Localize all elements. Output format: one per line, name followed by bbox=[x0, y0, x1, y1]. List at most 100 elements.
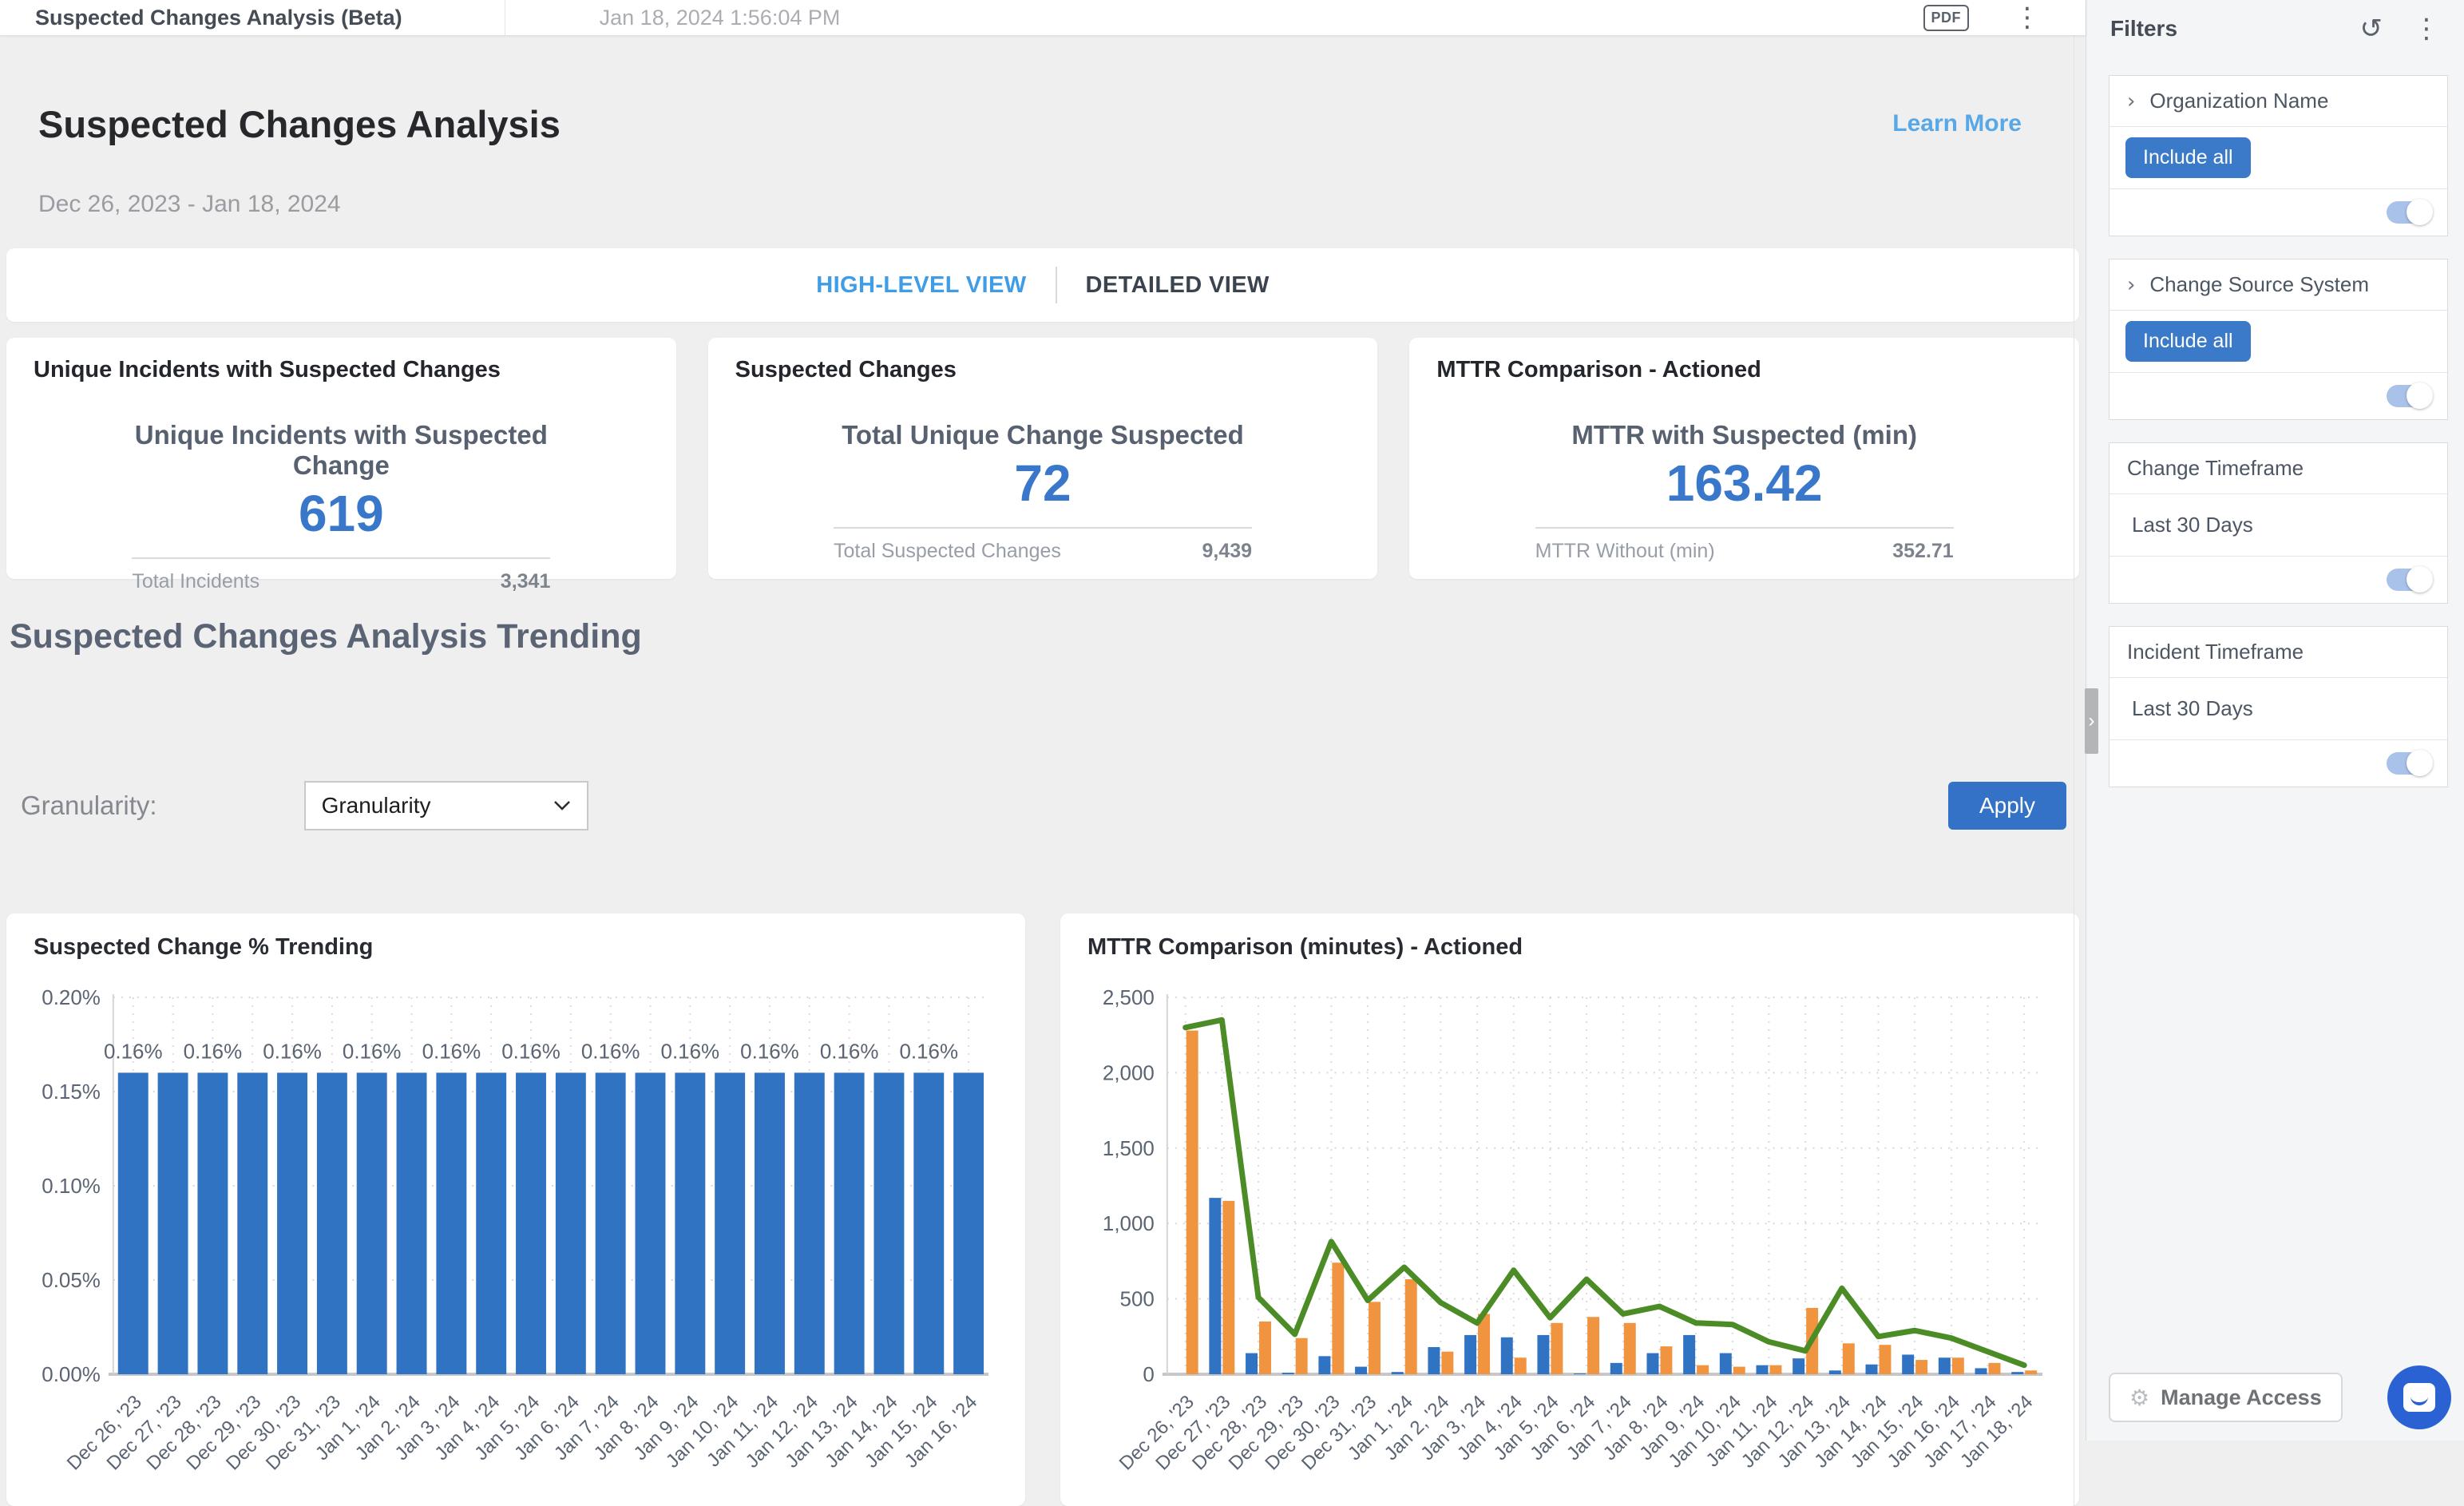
filter-toggle-row bbox=[2109, 373, 2447, 419]
mttr-without-suspected-bar[interactable] bbox=[2025, 1370, 2037, 1374]
mttr-without-suspected-bar[interactable] bbox=[1186, 1031, 1198, 1374]
mttr-with-suspected-bar[interactable] bbox=[1866, 1365, 1878, 1374]
filter-toggle-switch[interactable] bbox=[2387, 752, 2431, 775]
mttr-with-suspected-bar[interactable] bbox=[1209, 1198, 1221, 1374]
mttr-without-suspected-bar[interactable] bbox=[1222, 1201, 1234, 1374]
mttr-without-suspected-bar[interactable] bbox=[1843, 1343, 1855, 1374]
chart-card-mttr-comparison: MTTR Comparison (minutes) - Actioned 2,5… bbox=[1060, 914, 2079, 1506]
suspected-change-bar[interactable] bbox=[715, 1072, 745, 1374]
suspected-change-bar[interactable] bbox=[794, 1072, 825, 1374]
filter-group-header[interactable]: › Organization Name bbox=[2109, 76, 2447, 127]
suspected-change-bar[interactable] bbox=[953, 1072, 984, 1374]
bar-value-label: 0.16% bbox=[899, 1039, 958, 1063]
mttr-with-suspected-bar[interactable] bbox=[1683, 1335, 1695, 1374]
filter-group-label: Organization Name bbox=[2149, 89, 2328, 113]
export-pdf-icon[interactable]: PDF bbox=[1923, 5, 1970, 31]
collapse-filters-handle[interactable]: › bbox=[2085, 688, 2098, 754]
suspected-change-bar[interactable] bbox=[516, 1072, 546, 1374]
bar-value-label: 0.16% bbox=[820, 1039, 879, 1063]
mttr-without-suspected-bar[interactable] bbox=[1587, 1317, 1599, 1374]
mttr-without-suspected-bar[interactable] bbox=[1915, 1360, 1927, 1374]
mttr-without-suspected-bar[interactable] bbox=[1296, 1338, 1308, 1374]
include-all-button[interactable]: Include all bbox=[2125, 321, 2251, 362]
suspected-change-bar[interactable] bbox=[873, 1072, 904, 1374]
suspected-change-bar[interactable] bbox=[397, 1072, 427, 1374]
bar-value-label: 0.16% bbox=[343, 1039, 402, 1063]
mttr-with-suspected-bar[interactable] bbox=[1756, 1365, 1768, 1374]
include-all-button[interactable]: Include all bbox=[2125, 137, 2251, 178]
mttr-without-suspected-bar[interactable] bbox=[1551, 1323, 1563, 1374]
mttr-without-suspected-bar[interactable] bbox=[1660, 1346, 1672, 1374]
suspected-change-bar[interactable] bbox=[357, 1072, 387, 1374]
learn-more-link[interactable]: Learn More bbox=[1892, 110, 2022, 218]
reset-filters-icon[interactable]: ↺ bbox=[2360, 15, 2383, 42]
filter-group-header[interactable]: › Change Source System bbox=[2109, 260, 2447, 311]
mttr-with-suspected-bar[interactable] bbox=[1428, 1347, 1440, 1374]
tab-detailed-view[interactable]: DETAILED VIEW bbox=[1086, 272, 1270, 299]
filter-group-value-row: Include all bbox=[2109, 127, 2447, 189]
suspected-change-bar[interactable] bbox=[317, 1072, 347, 1374]
chat-launcher-button[interactable] bbox=[2387, 1365, 2451, 1429]
mttr-without-suspected-bar[interactable] bbox=[1952, 1357, 1964, 1374]
mttr-without-suspected-bar[interactable] bbox=[1769, 1365, 1781, 1374]
mttr-with-suspected-bar[interactable] bbox=[1793, 1358, 1804, 1374]
suspected-change-bar[interactable] bbox=[913, 1072, 944, 1374]
suspected-change-bar[interactable] bbox=[476, 1072, 506, 1374]
suspected-change-bar[interactable] bbox=[636, 1072, 666, 1374]
mttr-without-suspected-bar[interactable] bbox=[1405, 1279, 1417, 1374]
suspected-change-bar[interactable] bbox=[237, 1072, 267, 1374]
filter-toggle-switch[interactable] bbox=[2387, 569, 2431, 591]
filters-kebab-icon[interactable]: ⋮ bbox=[2413, 15, 2440, 42]
mttr-with-suspected-bar[interactable] bbox=[1501, 1338, 1513, 1374]
mttr-with-suspected-bar[interactable] bbox=[1720, 1353, 1732, 1374]
mttr-with-suspected-bar[interactable] bbox=[1646, 1353, 1658, 1374]
mttr-without-suspected-bar[interactable] bbox=[1879, 1345, 1891, 1374]
filter-toggle-switch[interactable] bbox=[2387, 385, 2431, 407]
suspected-change-bar[interactable] bbox=[118, 1072, 149, 1374]
mttr-without-suspected-bar[interactable] bbox=[1369, 1302, 1381, 1374]
mttr-with-suspected-bar[interactable] bbox=[1537, 1335, 1549, 1374]
granularity-select[interactable]: Granularity bbox=[304, 781, 588, 830]
mttr-without-suspected-bar[interactable] bbox=[1624, 1323, 1636, 1374]
mttr-without-suspected-bar[interactable] bbox=[1733, 1367, 1745, 1374]
suspected-change-bar[interactable] bbox=[596, 1072, 626, 1374]
mttr-with-suspected-bar[interactable] bbox=[1574, 1373, 1586, 1374]
manage-access-button[interactable]: ⚙ Manage Access bbox=[2109, 1373, 2343, 1422]
mttr-with-suspected-bar[interactable] bbox=[1829, 1370, 1841, 1374]
suspected-change-bar[interactable] bbox=[158, 1072, 188, 1374]
suspected-change-bar[interactable] bbox=[436, 1072, 466, 1374]
tab-high-level-view[interactable]: HIGH-LEVEL VIEW bbox=[816, 272, 1026, 299]
mttr-with-suspected-bar[interactable] bbox=[1939, 1357, 1951, 1374]
mttr-with-suspected-bar[interactable] bbox=[1246, 1353, 1258, 1374]
topbar-kebab-icon[interactable]: ⋮ bbox=[2014, 4, 2041, 31]
filter-group-header[interactable]: Incident Timeframe bbox=[2109, 627, 2447, 678]
mttr-without-suspected-bar[interactable] bbox=[1515, 1357, 1527, 1374]
y-tick-label: 0.10% bbox=[42, 1174, 101, 1198]
mttr-with-suspected-bar[interactable] bbox=[1355, 1367, 1367, 1374]
mttr-with-suspected-bar[interactable] bbox=[1282, 1373, 1294, 1374]
y-tick-label: 0.20% bbox=[42, 985, 101, 1009]
apply-button[interactable]: Apply bbox=[1948, 782, 2066, 830]
mttr-with-suspected-bar[interactable] bbox=[1464, 1335, 1476, 1374]
suspected-change-bar[interactable] bbox=[675, 1072, 705, 1374]
mttr-without-suspected-bar[interactable] bbox=[1989, 1363, 2001, 1374]
suspected-change-bar[interactable] bbox=[556, 1072, 586, 1374]
suspected-change-bar[interactable] bbox=[277, 1072, 307, 1374]
suspected-change-bar[interactable] bbox=[197, 1072, 228, 1374]
filter-toggle-switch[interactable] bbox=[2387, 201, 2431, 224]
mttr-without-suspected-bar[interactable] bbox=[1259, 1322, 1271, 1374]
mttr-without-suspected-bar[interactable] bbox=[1332, 1262, 1344, 1374]
mttr-with-suspected-bar[interactable] bbox=[1318, 1356, 1330, 1374]
suspected-change-bar[interactable] bbox=[755, 1072, 785, 1374]
mttr-without-suspected-bar[interactable] bbox=[1697, 1365, 1709, 1374]
mttr-without-suspected-bar[interactable] bbox=[1441, 1352, 1453, 1374]
mttr-with-suspected-bar[interactable] bbox=[1392, 1372, 1404, 1374]
mttr-with-suspected-bar[interactable] bbox=[2011, 1372, 2023, 1374]
filter-group-header[interactable]: Change Timeframe bbox=[2109, 443, 2447, 494]
mttr-with-suspected-bar[interactable] bbox=[1902, 1354, 1914, 1374]
suspected-change-bar[interactable] bbox=[834, 1072, 865, 1374]
mttr-with-suspected-bar[interactable] bbox=[1975, 1368, 1987, 1374]
mttr-trend-line[interactable] bbox=[1186, 1020, 2025, 1365]
y-tick-label: 0.15% bbox=[42, 1080, 101, 1104]
mttr-with-suspected-bar[interactable] bbox=[1610, 1363, 1622, 1374]
